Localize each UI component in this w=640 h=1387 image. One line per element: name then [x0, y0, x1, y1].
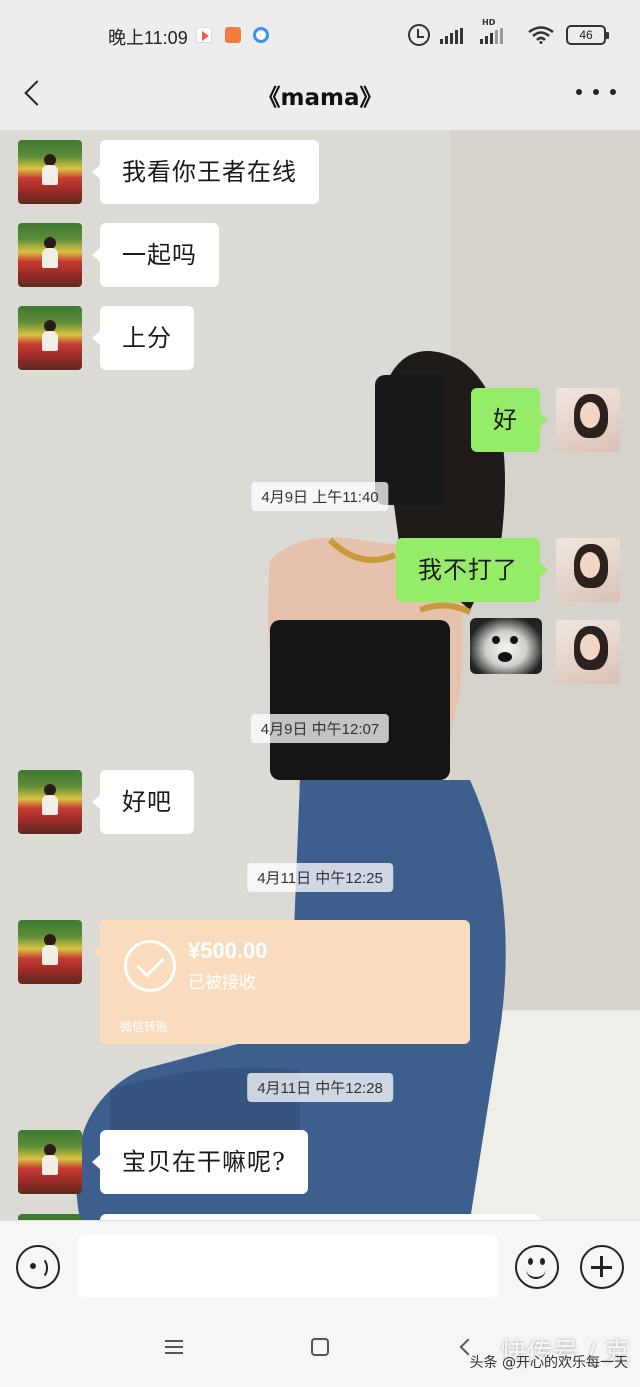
- sticker-image[interactable]: [470, 618, 542, 674]
- chat-area[interactable]: 我看你王者在线 一起吗 上分 好 4月9日 上午11:40 我不打了 4月9日 …: [0, 130, 640, 1220]
- message-timestamp: 4月11日 中午12:25: [247, 863, 393, 892]
- transfer-status: 已被接收: [188, 973, 256, 993]
- my-avatar[interactable]: [556, 620, 620, 684]
- message-bubble[interactable]: 一起吗: [92, 223, 219, 287]
- my-avatar[interactable]: [556, 388, 620, 452]
- contact-avatar[interactable]: [18, 140, 82, 204]
- message-timestamp: 4月9日 中午12:07: [250, 714, 390, 743]
- contact-avatar[interactable]: [18, 223, 82, 287]
- alarm-icon: [408, 24, 430, 46]
- my-avatar[interactable]: [556, 538, 620, 602]
- message-input[interactable]: [78, 1235, 498, 1297]
- message-bubble[interactable]: 我看你王者在线: [92, 140, 319, 204]
- system-navigation-bar: 快传号 / 克 头条 @开心的欢乐每一天: [0, 1312, 640, 1387]
- home-button[interactable]: [311, 1338, 329, 1356]
- transfer-card[interactable]: ¥500.00 已被接收 微信转账: [92, 920, 470, 1044]
- message-bubble[interactable]: 上分: [92, 306, 194, 370]
- my-message-bubble[interactable]: 我不打了: [396, 538, 548, 602]
- emoji-button[interactable]: [515, 1245, 559, 1289]
- message-timestamp: 4月11日 中午12:28: [247, 1073, 393, 1102]
- transfer-amount: ¥500.00: [188, 938, 268, 963]
- wifi-icon: [528, 26, 554, 44]
- browser-app-icon: [253, 27, 269, 43]
- signal-icon: [440, 28, 463, 44]
- watermark-credit: 头条 @开心的欢乐每一天: [469, 1355, 628, 1371]
- video-app-icon: [196, 27, 212, 43]
- dot-icon: [610, 89, 616, 95]
- voice-input-button[interactable]: [16, 1245, 60, 1289]
- recent-apps-button[interactable]: [165, 1340, 183, 1354]
- more-options-button[interactable]: [576, 80, 616, 104]
- my-message-bubble[interactable]: 好: [471, 388, 548, 452]
- shopping-app-icon: [225, 27, 241, 43]
- contact-avatar[interactable]: [18, 306, 82, 370]
- contact-avatar[interactable]: [18, 920, 82, 984]
- check-circle-icon: [124, 940, 176, 992]
- contact-avatar[interactable]: [18, 770, 82, 834]
- dot-icon: [593, 89, 599, 95]
- dot-icon: [576, 89, 582, 95]
- chat-title: 《mama》: [257, 85, 383, 111]
- battery-icon: 46: [566, 25, 609, 45]
- status-time: 晚上11:09: [108, 28, 188, 48]
- transfer-label: 微信转账: [120, 1020, 169, 1034]
- message-bubble[interactable]: 好吧: [92, 770, 194, 834]
- signal-icon-2: [480, 28, 503, 44]
- hd-icon: HD: [482, 18, 496, 27]
- message-bubble[interactable]: 宝贝在干嘛呢?: [92, 1130, 308, 1194]
- chat-wallpaper: [0, 130, 640, 1220]
- status-bar: 晚上11:09 HD 46: [0, 0, 640, 66]
- input-bar: [0, 1220, 640, 1312]
- more-actions-button[interactable]: [580, 1245, 624, 1289]
- message-timestamp: 4月9日 上午11:40: [251, 482, 389, 511]
- contact-avatar[interactable]: [18, 1130, 82, 1194]
- chat-header: 《mama》: [0, 66, 640, 130]
